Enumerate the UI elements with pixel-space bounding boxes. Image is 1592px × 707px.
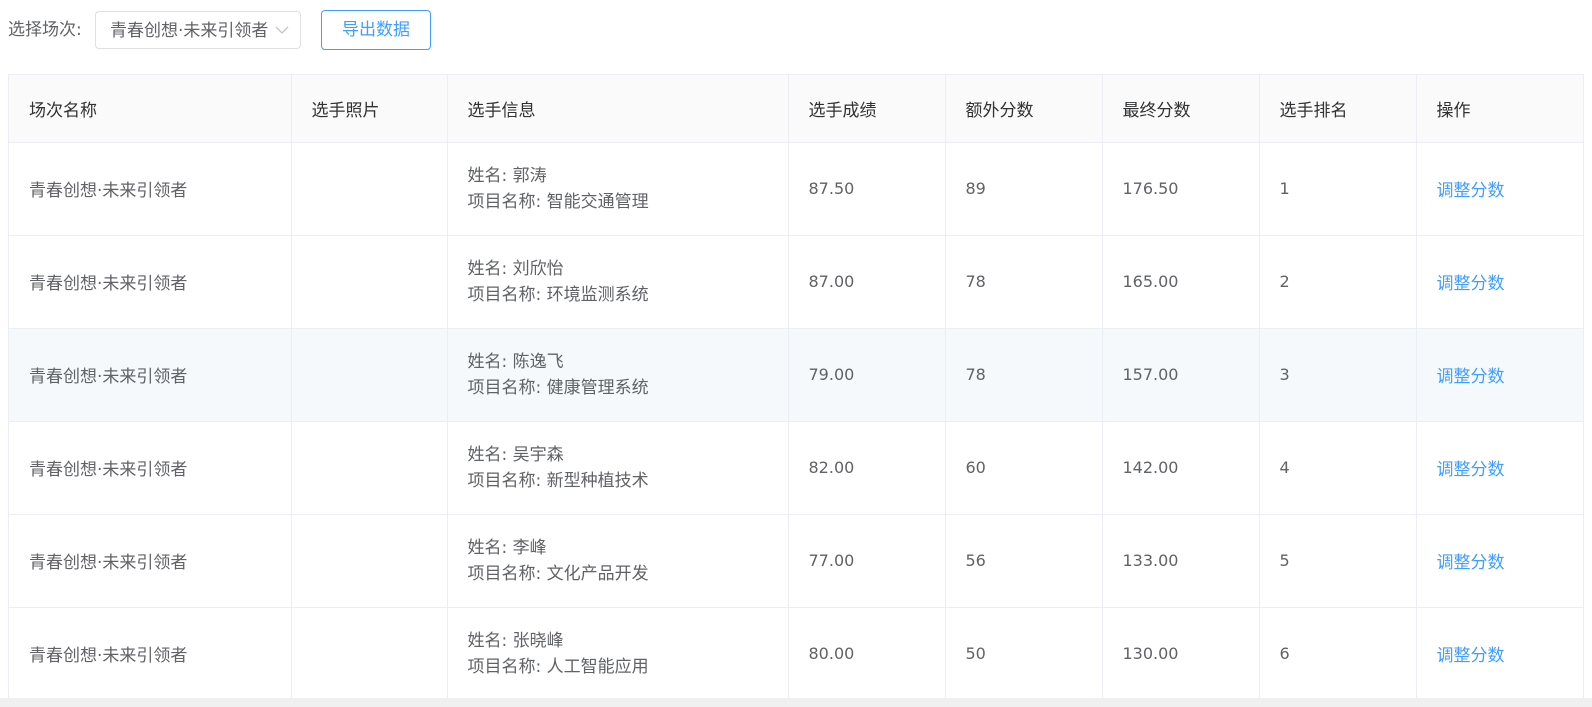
extra-cell: 50 [945,607,1103,701]
table-header: 场次名称 选手照片 选手信息 选手成绩 额外分数 最终分数 选手排名 操作 [9,75,1583,143]
final-cell: 142.00 [1102,421,1260,515]
rank-cell: 6 [1259,607,1417,701]
rank-cell: 2 [1259,235,1417,329]
results-table: 场次名称 选手照片 选手信息 选手成绩 额外分数 最终分数 选手排名 操作 青春… [8,74,1584,707]
table-row: 青春创想·未来引领者 姓名: 陈逸飞 项目名称: 健康管理系统 79.00 78… [9,328,1583,422]
info-cell: 姓名: 郭涛 项目名称: 智能交通管理 [447,142,789,236]
session-select-value: 青春创想·未来引领者 [110,21,269,41]
player-name: 姓名: 吴宇森 [467,444,564,465]
extra-cell: 56 [945,514,1103,608]
project-name: 项目名称: 文化产品开发 [467,563,649,584]
photo-cell [291,142,448,236]
score-cell: 82.00 [788,421,946,515]
photo-cell [291,607,448,701]
score-cell: 80.00 [788,607,946,701]
header-action: 操作 [1416,75,1583,143]
table-row: 青春创想·未来引领者 姓名: 吴宇森 项目名称: 新型种植技术 82.00 60… [9,421,1583,515]
table-body: 青春创想·未来引领者 姓名: 郭涛 项目名称: 智能交通管理 87.50 89 … [9,142,1583,701]
adjust-score-link[interactable]: 调整分数 [1437,181,1505,201]
adjust-score-link[interactable]: 调整分数 [1437,460,1505,480]
table-row: 青春创想·未来引领者 姓名: 刘欣怡 项目名称: 环境监测系统 87.00 78… [9,235,1583,329]
rank-cell: 1 [1259,142,1417,236]
session-cell: 青春创想·未来引领者 [9,514,292,608]
extra-cell: 60 [945,421,1103,515]
info-cell: 姓名: 陈逸飞 项目名称: 健康管理系统 [447,328,789,422]
info-cell: 姓名: 刘欣怡 项目名称: 环境监测系统 [447,235,789,329]
export-data-button[interactable]: 导出数据 [321,10,431,50]
header-rank: 选手排名 [1259,75,1417,143]
adjust-score-link[interactable]: 调整分数 [1437,646,1505,666]
adjust-score-link[interactable]: 调整分数 [1437,367,1505,387]
header-session: 场次名称 [9,75,292,143]
rank-cell: 5 [1259,514,1417,608]
action-cell: 调整分数 [1416,142,1583,236]
photo-cell [291,235,448,329]
info-cell: 姓名: 吴宇森 项目名称: 新型种植技术 [447,421,789,515]
photo-cell [291,421,448,515]
player-name: 姓名: 刘欣怡 [467,258,564,279]
project-name: 项目名称: 智能交通管理 [467,191,649,212]
toolbar: 选择场次: 青春创想·未来引领者 导出数据 [0,0,1592,60]
action-cell: 调整分数 [1416,328,1583,422]
score-cell: 77.00 [788,514,946,608]
session-select[interactable]: 青春创想·未来引领者 [95,11,301,49]
horizontal-scrollbar[interactable] [0,698,1592,707]
info-cell: 姓名: 张晓峰 项目名称: 人工智能应用 [447,607,789,701]
action-cell: 调整分数 [1416,607,1583,701]
adjust-score-link[interactable]: 调整分数 [1437,553,1505,573]
adjust-score-link[interactable]: 调整分数 [1437,274,1505,294]
extra-cell: 78 [945,328,1103,422]
project-name: 项目名称: 健康管理系统 [467,377,649,398]
player-name: 姓名: 李峰 [467,537,547,558]
action-cell: 调整分数 [1416,421,1583,515]
session-select-label: 选择场次: [8,20,82,40]
header-photo: 选手照片 [291,75,448,143]
project-name: 项目名称: 新型种植技术 [467,470,649,491]
player-name: 姓名: 郭涛 [467,165,547,186]
score-cell: 87.00 [788,235,946,329]
header-final: 最终分数 [1102,75,1260,143]
header-info: 选手信息 [447,75,789,143]
extra-cell: 89 [945,142,1103,236]
final-cell: 157.00 [1102,328,1260,422]
score-cell: 79.00 [788,328,946,422]
project-name: 项目名称: 人工智能应用 [467,656,649,677]
final-cell: 176.50 [1102,142,1260,236]
session-cell: 青春创想·未来引领者 [9,142,292,236]
project-name: 项目名称: 环境监测系统 [467,284,649,305]
photo-cell [291,328,448,422]
extra-cell: 78 [945,235,1103,329]
rank-cell: 3 [1259,328,1417,422]
session-cell: 青春创想·未来引领者 [9,607,292,701]
session-cell: 青春创想·未来引领者 [9,328,292,422]
table-row: 青春创想·未来引领者 姓名: 郭涛 项目名称: 智能交通管理 87.50 89 … [9,142,1583,236]
session-cell: 青春创想·未来引领者 [9,235,292,329]
header-extra: 额外分数 [945,75,1103,143]
action-cell: 调整分数 [1416,235,1583,329]
player-name: 姓名: 张晓峰 [467,630,564,651]
chevron-down-icon [274,22,290,38]
header-score: 选手成绩 [788,75,946,143]
action-cell: 调整分数 [1416,514,1583,608]
table-row: 青春创想·未来引领者 姓名: 李峰 项目名称: 文化产品开发 77.00 56 … [9,514,1583,608]
info-cell: 姓名: 李峰 项目名称: 文化产品开发 [447,514,789,608]
final-cell: 165.00 [1102,235,1260,329]
rank-cell: 4 [1259,421,1417,515]
score-cell: 87.50 [788,142,946,236]
photo-cell [291,514,448,608]
player-name: 姓名: 陈逸飞 [467,351,564,372]
table-row: 青春创想·未来引领者 姓名: 张晓峰 项目名称: 人工智能应用 80.00 50… [9,607,1583,701]
session-cell: 青春创想·未来引领者 [9,421,292,515]
final-cell: 130.00 [1102,607,1260,701]
final-cell: 133.00 [1102,514,1260,608]
